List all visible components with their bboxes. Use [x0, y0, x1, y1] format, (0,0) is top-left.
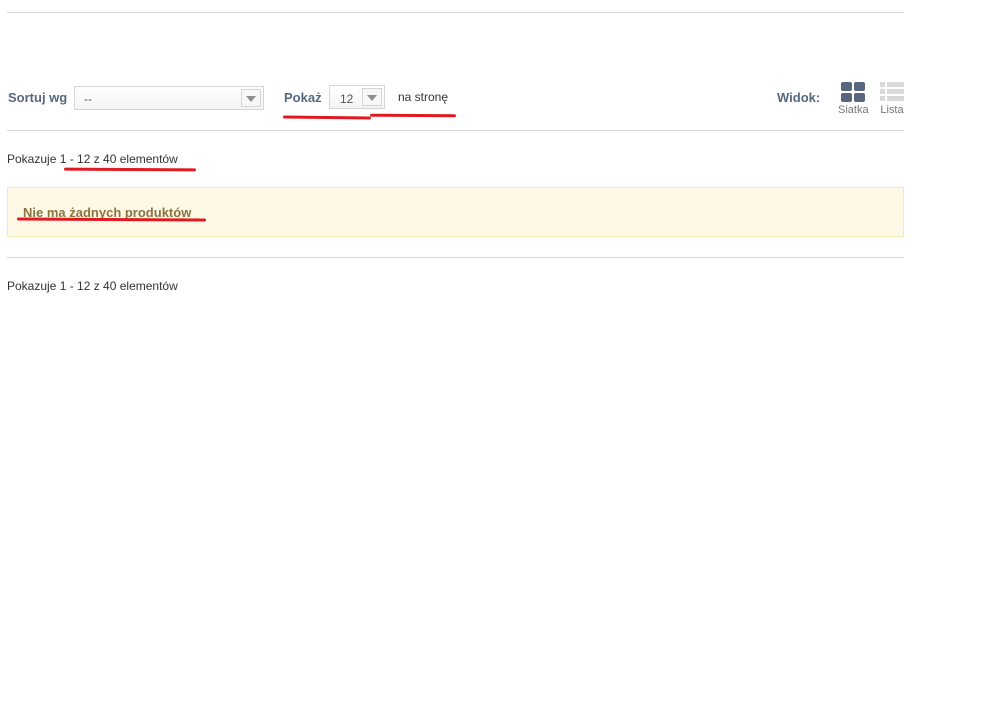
view-list-label: Lista	[880, 104, 904, 116]
show-label: Pokaż	[284, 90, 322, 105]
sort-select[interactable]: --	[74, 86, 264, 110]
bottom-divider	[7, 257, 904, 258]
view-label: Widok:	[777, 90, 821, 105]
product-count-top: Pokazuje 1 - 12 z 40 elementów	[7, 152, 178, 166]
toolbar-divider	[7, 130, 904, 131]
chevron-down-icon[interactable]	[241, 89, 261, 107]
per-page-label: na stronę	[398, 90, 449, 104]
sort-label: Sortuj wg	[8, 90, 68, 105]
per-page-select[interactable]: 12	[329, 85, 385, 109]
no-products-alert: Nie ma żadnych produktów	[7, 187, 904, 237]
view-grid-label: Siatka	[838, 104, 869, 116]
product-listing-page: Sortuj wg -- Pokaż 12 na stronę Widok: S…	[0, 0, 991, 705]
view-list-button[interactable]: Lista	[877, 82, 907, 116]
view-grid-button[interactable]: Siatka	[838, 82, 869, 116]
annotation-underline-count	[63, 167, 197, 172]
annotation-underline-show	[282, 115, 372, 120]
sort-select-value: --	[84, 92, 92, 106]
per-page-select-value: 12	[340, 92, 354, 106]
product-count-bottom: Pokazuje 1 - 12 z 40 elementów	[7, 279, 178, 293]
annotation-underline-per-page	[369, 113, 457, 118]
list-view-icon	[880, 82, 904, 102]
top-divider	[7, 12, 904, 13]
grid-view-icon	[841, 82, 865, 102]
chevron-down-icon[interactable]	[362, 88, 382, 106]
